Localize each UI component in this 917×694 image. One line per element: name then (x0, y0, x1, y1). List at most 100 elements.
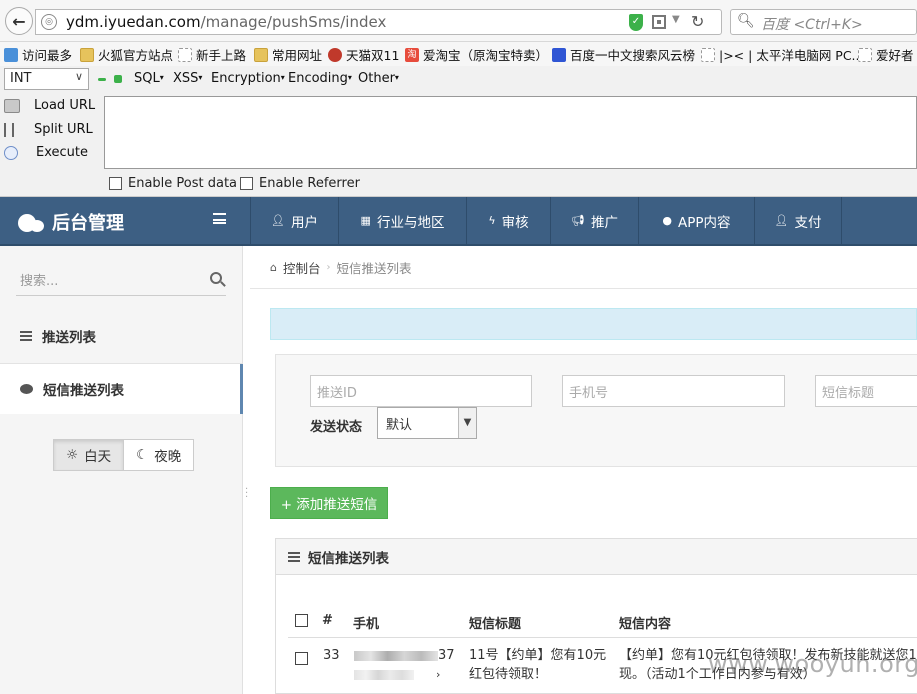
encoding-menu[interactable]: Encoding▾ (288, 71, 352, 86)
sidebar-resize-handle[interactable]: · · · (245, 485, 248, 503)
theme-toggle: ☼ 白天 ☾ 夜晚 (53, 439, 195, 471)
breadcrumb: ⌂ 控制台 › 短信推送列表 (250, 246, 917, 289)
home-icon: ⌂ (270, 260, 277, 274)
chevron-down-icon[interactable]: ▼ (672, 14, 680, 25)
chevron-right-icon: › (326, 261, 331, 273)
sms-title-input[interactable]: 短信标题 (815, 375, 917, 407)
checkbox[interactable] (109, 177, 122, 190)
baidu-paw-icon (552, 47, 566, 62)
row-phone: 37 (354, 646, 455, 665)
split-url-button[interactable]: Split URL (4, 122, 93, 137)
search-icon[interactable] (210, 272, 222, 284)
phone-input[interactable]: 手机号 (562, 375, 785, 407)
hackbar-url-textarea[interactable] (104, 96, 917, 169)
checkbox[interactable] (240, 177, 253, 190)
page-icon (178, 47, 192, 62)
bookmark-aitaobao[interactable]: 淘爱淘宝（原淘宝特卖） (405, 45, 548, 64)
app-title: 后台管理 (52, 213, 124, 234)
sidebar: 搜索... 推送列表 短信推送列表 ☼ 白天 ☾ 夜晚 (0, 246, 243, 694)
divider (288, 637, 917, 638)
col-header-phone[interactable]: 手机 (353, 613, 379, 632)
nav-users[interactable]: 👤︎ 用户 (250, 197, 338, 244)
push-id-input[interactable]: 推送ID (310, 375, 532, 407)
sql-menu[interactable]: SQL▾ (134, 71, 164, 86)
browser-toolbar: ← ◎ ydm.iyuedan.com/manage/pushSms/index… (0, 0, 917, 42)
redacted-phone (354, 650, 438, 661)
taobao-icon: 淘 (405, 47, 419, 62)
bookmark-getting-started[interactable]: 新手上路 (178, 45, 246, 64)
minus-icon[interactable] (98, 78, 106, 81)
bookmark-icon (4, 47, 18, 62)
sidebar-item-sms-push-list[interactable]: 短信推送列表 (0, 364, 243, 414)
encryption-menu[interactable]: Encryption▾ (211, 71, 285, 86)
nav-review[interactable]: ϟ 审核 (466, 197, 550, 244)
col-header-title[interactable]: 短信标题 (469, 613, 521, 632)
bookmark-baidu[interactable]: 百度一中文搜索风云榜 (552, 45, 695, 64)
bookmarks-bar: 访问最多 火狐官方站点 新手上路 常用网址 天猫双11 淘爱淘宝（原淘宝特卖） … (0, 42, 917, 66)
menu-toggle-icon[interactable] (213, 213, 226, 224)
apple-icon: ● (662, 214, 673, 227)
app-logo[interactable]: 后台管理 (18, 209, 124, 235)
folder-icon (80, 47, 94, 62)
theme-night-button[interactable]: ☾ 夜晚 (124, 439, 195, 471)
reload-icon[interactable]: ↻ (691, 12, 704, 31)
breadcrumb-home[interactable]: 控制台 (283, 258, 321, 277)
bookmark-most-visited[interactable]: 访问最多 (4, 45, 72, 64)
bookmark-fans[interactable]: 爱好者 (858, 45, 914, 64)
app-header: 后台管理 👤︎ 用户 ▦ 行业与地区 ϟ 审核 📢︎ 推广 ● APP内容 👤︎ 支付 (0, 197, 917, 246)
sidebar-item-push-list[interactable]: 推送列表 (0, 311, 243, 361)
breadcrumb-current: 短信推送列表 (336, 260, 412, 276)
list-icon (20, 331, 32, 341)
panel-header: 短信推送列表 (276, 539, 917, 575)
bolt-icon: ϟ (488, 214, 496, 227)
other-menu[interactable]: Other▾ (358, 71, 399, 86)
nav-promotion[interactable]: 📢︎ 推广 (550, 197, 638, 244)
row-phone-extra: › (354, 665, 440, 684)
enable-post-checkbox[interactable]: Enable Post data (109, 176, 237, 191)
enable-referrer-checkbox[interactable]: Enable Referrer (240, 176, 360, 191)
watermark: www.wooyun.org (708, 650, 917, 678)
col-header-id[interactable]: # (322, 613, 333, 628)
bookmark-pconline[interactable]: |>< | 太平洋电脑网 PC... (701, 45, 863, 64)
bookmark-common-sites[interactable]: 常用网址 (254, 45, 322, 64)
chevron-down-icon: ∨ (74, 70, 83, 83)
info-alert (270, 308, 917, 340)
load-url-button[interactable]: Load URL (4, 98, 95, 113)
theme-day-button[interactable]: ☼ 白天 (53, 439, 125, 471)
scissors-icon (4, 122, 14, 137)
plus-icon[interactable] (114, 75, 122, 83)
back-arrow-icon[interactable]: ← (5, 7, 33, 35)
search-placeholder: 百度 <Ctrl+K> (761, 17, 863, 33)
sidebar-search-input[interactable]: 搜索... (16, 268, 226, 296)
redacted-text (354, 669, 414, 680)
row-title-line2: 红包待领取！ (469, 667, 548, 682)
row-id: 33 (323, 648, 340, 663)
nav-app-content[interactable]: ● APP内容 (638, 197, 754, 244)
xss-menu[interactable]: XSS▾ (173, 71, 202, 86)
nav-payment[interactable]: 👤︎ 支付 (754, 197, 842, 244)
bookmark-tmall[interactable]: 天猫双11 (328, 45, 399, 64)
execute-button[interactable]: Execute (4, 145, 88, 160)
nav-industry-region[interactable]: ▦ 行业与地区 (338, 197, 466, 244)
tmall-icon (328, 47, 342, 62)
add-sms-push-button[interactable]: + 添加推送短信 (270, 487, 388, 519)
page-icon (858, 47, 872, 62)
status-select[interactable]: 默认 ▼ (377, 407, 477, 439)
user-icon: 👤︎ (271, 214, 285, 227)
address-bar[interactable]: ◎ ydm.iyuedan.com/manage/pushSms/index ✓… (35, 9, 722, 35)
select-all-checkbox[interactable] (295, 614, 308, 627)
search-bar[interactable]: 🔍︎ 百度 <Ctrl+K> (730, 9, 917, 35)
bookmark-firefox[interactable]: 火狐官方站点 (80, 45, 173, 64)
play-icon (4, 145, 18, 160)
page-icon (701, 47, 715, 62)
row-title-line1: 11号【约单】您有10元 (469, 648, 607, 663)
col-header-content[interactable]: 短信内容 (619, 613, 671, 632)
row-checkbox[interactable] (295, 652, 308, 665)
load-icon (4, 98, 20, 113)
int-select[interactable]: INT ∨ (4, 68, 89, 90)
filter-form: 推送ID 手机号 短信标题 发送状态 默认 ▼ (275, 354, 917, 467)
folder-icon (254, 47, 268, 62)
shield-icon[interactable]: ✓ (629, 14, 643, 31)
bullhorn-icon: 📢︎ (571, 214, 585, 227)
qr-code-icon[interactable] (652, 15, 666, 29)
